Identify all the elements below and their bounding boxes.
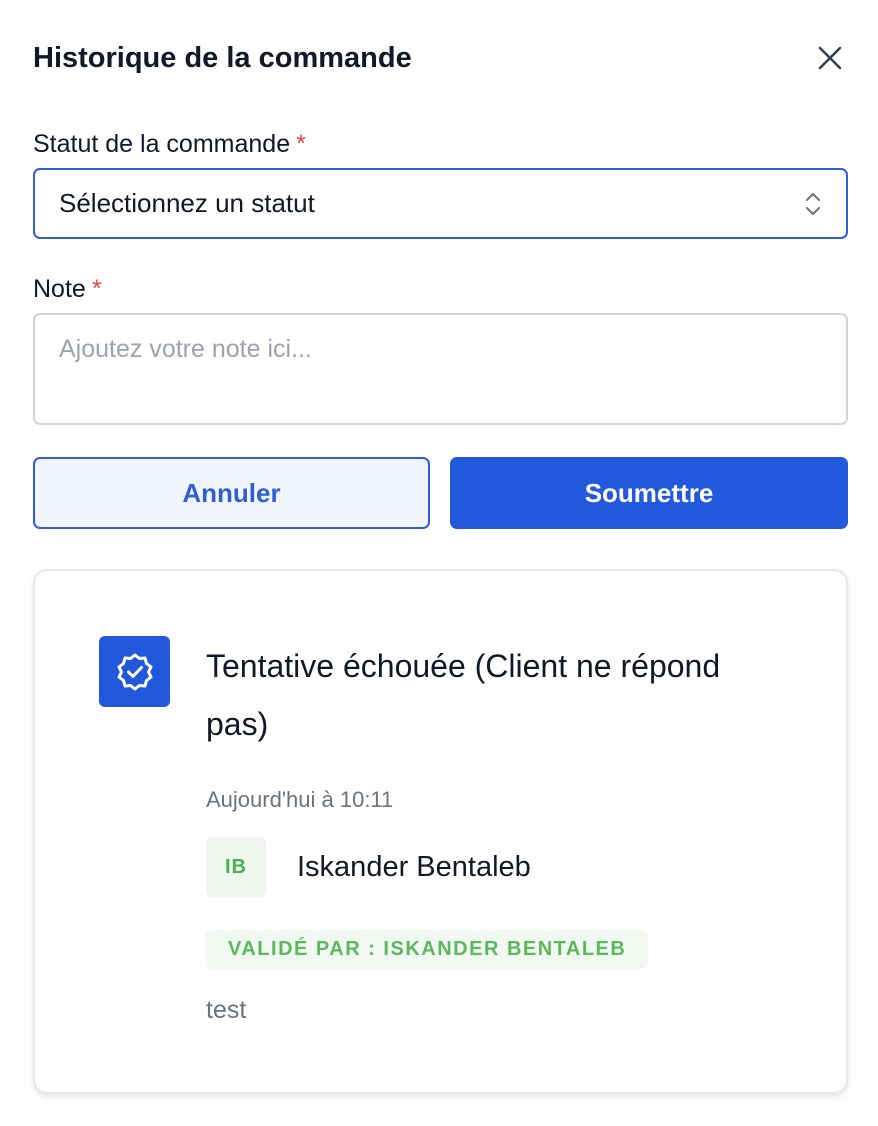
submit-button[interactable]: Soumettre [450, 457, 848, 529]
event-title: Tentative échouée (Client ne répond pas) [206, 648, 721, 742]
note-placeholder: Ajoutez votre note ici... [59, 335, 312, 363]
user-name: Iskander Bentaleb [297, 851, 531, 883]
badge-check-icon [99, 636, 170, 707]
note-label-text: Note [33, 275, 86, 303]
required-asterisk: * [91, 275, 102, 303]
order-history-modal: Historique de la commande Statut de la c… [0, 0, 878, 1126]
modal-title: Historique de la commande [33, 42, 412, 74]
cancel-button[interactable]: Annuler [33, 457, 430, 529]
chevron-up-down-icon [806, 192, 820, 215]
status-field-label: Statut de la commande * [33, 128, 306, 160]
event-note: test [206, 996, 247, 1024]
status-select-value: Sélectionnez un statut [59, 188, 315, 218]
close-button[interactable] [810, 38, 850, 78]
history-event-card: Tentative échouée (Client ne répond pas)… [33, 569, 848, 1094]
status-label-text: Statut de la commande [33, 130, 291, 158]
required-asterisk: * [296, 130, 306, 158]
note-field-label: Note * [33, 273, 102, 305]
status-select[interactable]: Sélectionnez un statut [33, 168, 848, 239]
event-timestamp: Aujourd'hui à 10:11 [206, 787, 394, 812]
badge-check-icon-svg [117, 653, 152, 690]
avatar: IB [206, 837, 266, 897]
close-icon [818, 46, 842, 70]
validated-by-badge: VALIDÉ PAR : ISKANDER BENTALEB [206, 930, 649, 969]
note-textarea[interactable]: Ajoutez votre note ici... [33, 313, 848, 425]
